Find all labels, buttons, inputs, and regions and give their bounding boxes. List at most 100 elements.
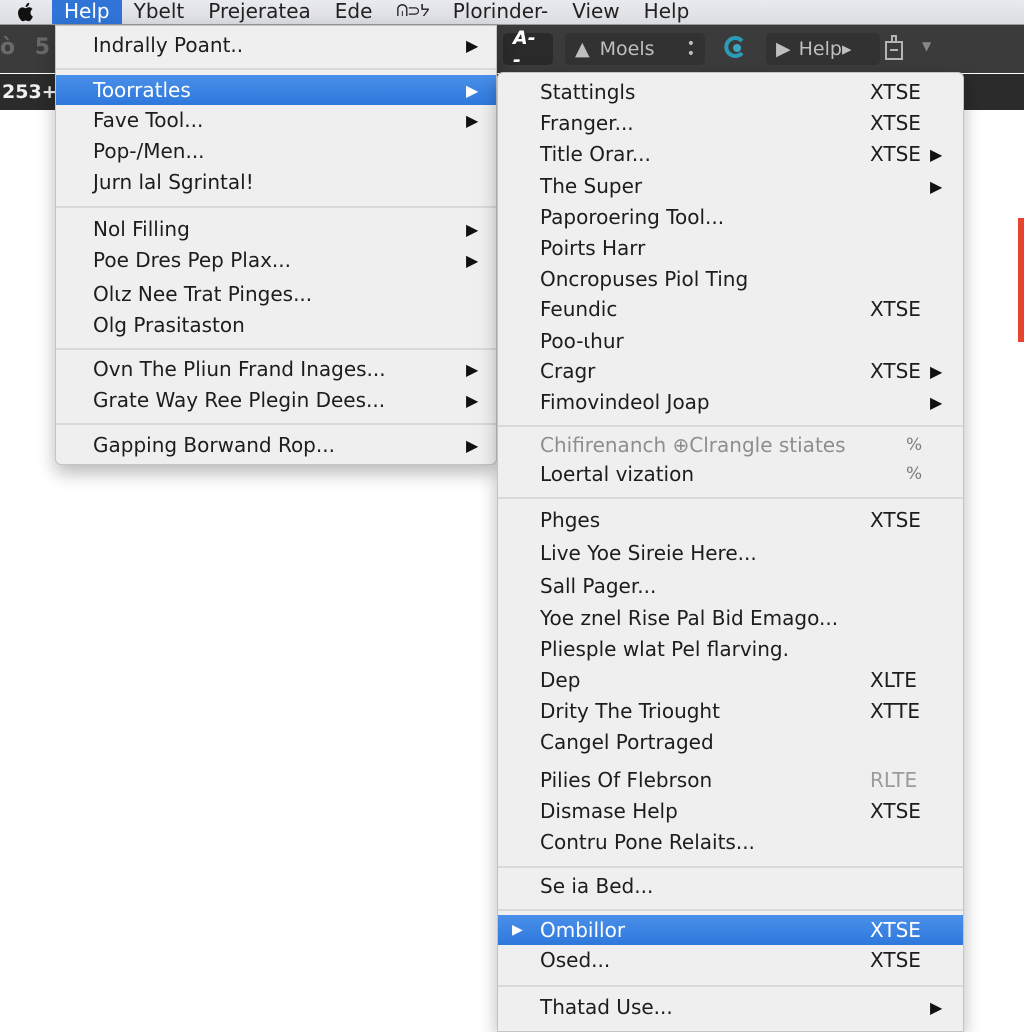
menu-item-label: Grate Way Ree Plegin Dees... (93, 388, 386, 412)
submenu-arrow-icon: ▶ (466, 250, 479, 270)
menu-separator (498, 497, 963, 499)
menu-item-label: Poo-ιhur (540, 329, 624, 353)
menu-item-label: Ombillor (540, 918, 626, 942)
submenu-item-title-orar[interactable]: Title Orar... XTSE ▶ (498, 139, 963, 169)
submenu-arrow-icon: ▶ (930, 361, 943, 381)
submenu-item-drity-the-triought[interactable]: Drity The Triought XTTE (498, 696, 963, 726)
menu-item-label: Loertal vization (540, 462, 695, 486)
submenu-arrow-icon: ▶ (466, 219, 479, 239)
submenu-item-pliesple-wlat[interactable]: Pliesple wlat Pel flarving. (498, 634, 963, 664)
menubar-item-prejeratea[interactable]: Prejeratea (196, 0, 323, 24)
submenu-item-poirts-harr[interactable]: Poirts Harr (498, 233, 963, 263)
menu-item-toorratles[interactable]: Toorratles ▶ (56, 75, 496, 105)
menu-item-fave-tool[interactable]: Fave Tool... ▶ (56, 105, 496, 135)
menu-item-label: Oncropuses Piol Ting (540, 267, 749, 291)
menu-item-label: Poirts Harr (540, 236, 646, 260)
stepper-icon: • • (686, 36, 695, 62)
submenu-arrow-icon: ▶ (466, 110, 479, 130)
menu-item-label: Jurn lal Sgrintal! (93, 170, 254, 194)
shortcut-label: XTSE (870, 80, 921, 104)
submenu-arrow-icon: ▶ (466, 435, 479, 455)
chevron-down-icon[interactable]: ▼ (922, 39, 931, 53)
menubar-item-ede[interactable]: Ede (323, 0, 385, 24)
submenu-arrow-icon: ▶ (930, 392, 943, 412)
submenu-item-the-super[interactable]: The Super ▶ (498, 171, 963, 201)
submenu-item-yoe-znel-rise[interactable]: Yoe znel Rise Pal Bid Emago... (498, 603, 963, 633)
menu-item-ovn-the-pliun[interactable]: Ovn The Pliun Frand Inages... ▶ (56, 354, 496, 384)
menu-item-label: Fave Tool... (93, 108, 204, 132)
submenu-item-dismase-help[interactable]: Dismase Help XTSE (498, 796, 963, 826)
menubar-item-view[interactable]: View (560, 0, 631, 24)
help-play-button[interactable]: ▶ Help▸ (766, 33, 880, 65)
menu-item-grate-way-ree[interactable]: Grate Way Ree Plegin Dees... ▶ (56, 385, 496, 415)
play-indicator-icon: ▶ (512, 922, 523, 938)
menu-item-poe-dres-pep-plax[interactable]: Poe Dres Pep Plax... ▶ (56, 245, 496, 275)
menu-item-gapping-borwand-rop[interactable]: Gapping Borwand Rop... ▶ (56, 430, 496, 460)
menu-item-label: Olg Prasitaston (93, 313, 245, 337)
submenu-item-live-yoe-sireie[interactable]: Live Yoe Sireie Here... (498, 538, 963, 568)
menu-item-pop-men[interactable]: Pop-/Men... (56, 136, 496, 166)
menu-item-label: Cragr (540, 359, 596, 383)
submenu-item-franger[interactable]: Franger... XTSE (498, 108, 963, 138)
menu-item-label: The Super (540, 174, 643, 198)
toolbar-left-icons[interactable]: ò 5 (0, 35, 56, 60)
menu-item-label: Fimovindeol Joap (540, 390, 710, 414)
shortcut-label: XTSE (870, 508, 921, 532)
menu-item-olg-prasitaston[interactable]: Olg Prasitaston (56, 310, 496, 340)
submenu-item-pilies-of-flebrson[interactable]: Pilies Of Flebrson RLTE (498, 765, 963, 795)
submenu-item-dep[interactable]: Dep XLTE (498, 665, 963, 695)
menubar-item-ybelt[interactable]: Ybelt (122, 0, 197, 24)
menu-item-label: Nol Filling (93, 217, 190, 241)
menu-separator (56, 68, 496, 70)
menu-item-label: Se ia Bed... (540, 874, 654, 898)
submenu-item-osed[interactable]: Osed... XTSE (498, 945, 963, 975)
apple-menu[interactable] (0, 0, 52, 24)
menubar-item-help-2[interactable]: Help (632, 0, 702, 24)
submenu-item-paporoering-tool[interactable]: Paporoering Tool... (498, 202, 963, 232)
menu-item-oliz-nee-trat-pinges[interactable]: Olιz Nee Trat Pinges... (56, 279, 496, 309)
printer-icon[interactable] (884, 35, 904, 66)
help-play-button-label: Help▸ (798, 38, 852, 60)
submenu-item-contru-pone-relaits[interactable]: Contru Pone Relaits... (498, 827, 963, 857)
submenu-item-thatad-use[interactable]: Thatad Use... ▶ (498, 992, 963, 1022)
menu-item-label: Thatad Use... (540, 995, 673, 1019)
submenu-item-phges[interactable]: Phges XTSE (498, 505, 963, 535)
submenu-arrow-icon: ▶ (466, 390, 479, 410)
submenu-item-feundic[interactable]: Feundic XTSE (498, 294, 963, 324)
submenu-arrow-icon: ▶ (930, 997, 943, 1017)
menu-item-label: Stattingls (540, 80, 636, 104)
submenu-item-se-ia-bed[interactable]: Se ia Bed... (498, 871, 963, 901)
models-button[interactable]: ▲ Moels • • (565, 33, 705, 65)
menu-item-jurn-lal-sgrintal[interactable]: Jurn lal Sgrintal! (56, 167, 496, 197)
submenu-arrow-icon: ▶ (466, 80, 479, 100)
submenu-item-stattingls[interactable]: Stattingls XTSE (498, 77, 963, 107)
menu-item-label: Contru Pone Relaits... (540, 830, 755, 854)
menu-separator (498, 866, 963, 868)
play-icon: ▶ (776, 38, 791, 60)
menu-item-label: Drity The Triought (540, 699, 720, 723)
font-button[interactable]: A-- (503, 27, 553, 71)
menu-item-nol-filling[interactable]: Nol Filling ▶ (56, 214, 496, 244)
submenu-item-sall-pager[interactable]: Sall Pager... (498, 571, 963, 601)
menu-item-indrally-poant[interactable]: Indrally Poant.. ▶ (56, 30, 496, 60)
menubar-item-help[interactable]: Help (52, 0, 122, 24)
menu-item-label: Live Yoe Sireie Here... (540, 541, 757, 565)
menu-item-label: Indrally Poant.. (93, 33, 244, 57)
menu-item-label: Osed... (540, 948, 611, 972)
submenu-arrow-icon: ▶ (466, 359, 479, 379)
menubar-item-plorinder[interactable]: Plorinder- (441, 0, 560, 24)
submenu-item-poo-ihur[interactable]: Poo-ιhur (498, 326, 963, 356)
sync-icon[interactable] (722, 34, 748, 65)
submenu-item-cangel-portraged[interactable]: Cangel Portraged (498, 727, 963, 757)
apple-logo-icon (18, 2, 33, 22)
menu-item-label: Phges (540, 508, 601, 532)
shortcut-label: % (906, 435, 923, 455)
submenu-item-oncropuses[interactable]: Oncropuses Piol Ting (498, 264, 963, 294)
shortcut-label: XTTE (870, 699, 921, 723)
submenu-item-fimovindeol-joap[interactable]: Fimovindeol Joap ▶ (498, 387, 963, 417)
submenu-item-ombillor[interactable]: ▶ Ombillor XTSE (498, 915, 963, 945)
menu-item-label: Paporoering Tool... (540, 205, 725, 229)
submenu-item-cragr[interactable]: Cragr XTSE ▶ (498, 356, 963, 386)
submenu-item-loertal-vization[interactable]: Loertal vization % (498, 459, 963, 489)
menubar-item-glyph[interactable]: ᕬ⊃ᔭ (384, 0, 440, 24)
